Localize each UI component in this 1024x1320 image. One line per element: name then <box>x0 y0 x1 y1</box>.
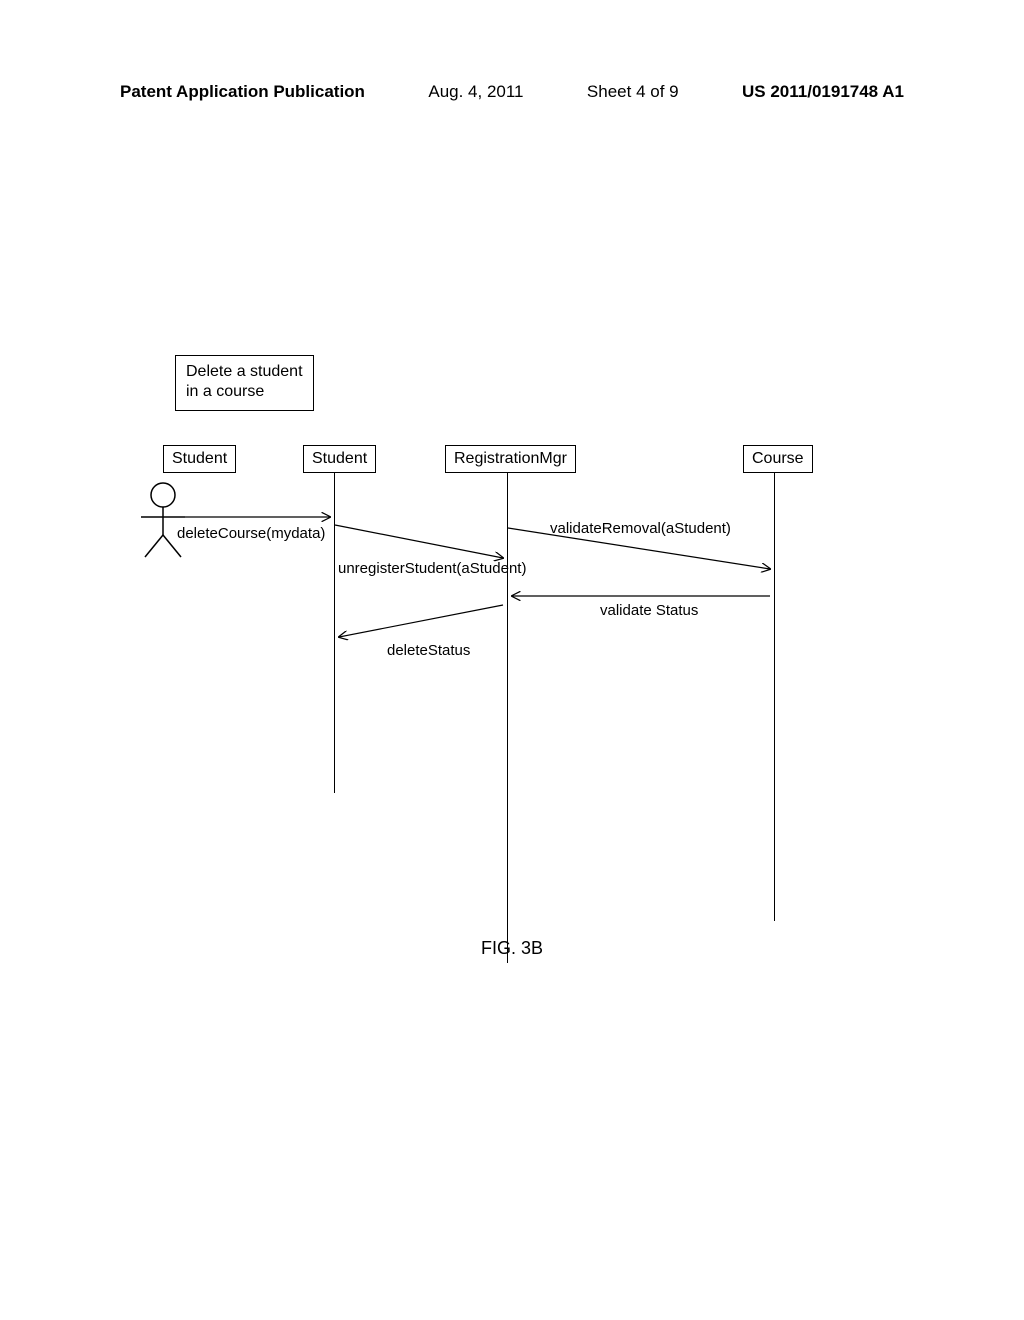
msg-validate-status: validate Status <box>600 602 698 619</box>
diagram-title-line2: in a course <box>186 382 303 402</box>
figure-caption: FIG. 3B <box>0 938 1024 959</box>
publication-number: US 2011/0191748 A1 <box>742 82 904 102</box>
publication-date: Aug. 4, 2011 <box>428 82 523 102</box>
arrow-unregister-student <box>335 525 503 558</box>
page-header: Patent Application Publication Aug. 4, 2… <box>120 82 904 102</box>
msg-delete-status: deleteStatus <box>387 642 470 659</box>
arrow-delete-status <box>339 605 503 637</box>
diagram-title-line1: Delete a student <box>186 362 303 382</box>
sequence-diagram: Delete a student in a course Student Stu… <box>155 355 875 975</box>
msg-delete-course: deleteCourse(mydata) <box>177 525 325 542</box>
publication-label: Patent Application Publication <box>120 82 365 102</box>
msg-validate-removal: validateRemoval(aStudent) <box>550 520 731 537</box>
diagram-title-box: Delete a student in a course <box>175 355 314 411</box>
lifeline-area: Student Student RegistrationMgr Course <box>155 445 875 975</box>
sheet-number: Sheet 4 of 9 <box>587 82 679 102</box>
msg-unregister-student: unregisterStudent(aStudent) <box>338 560 526 577</box>
